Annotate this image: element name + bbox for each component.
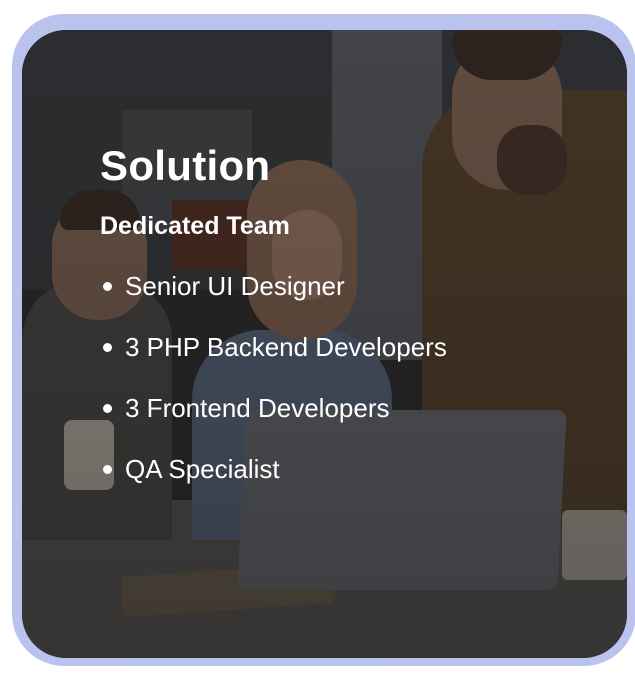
list-item: Senior UI Designer xyxy=(100,271,447,332)
roles-list: Senior UI Designer 3 PHP Backend Develop… xyxy=(100,271,447,515)
role-label: Senior UI Designer xyxy=(125,271,345,301)
card-content: Solution Dedicated Team Senior UI Design… xyxy=(100,142,447,515)
bullet-icon xyxy=(103,404,112,413)
bullet-icon xyxy=(103,465,112,474)
solution-card: Solution Dedicated Team Senior UI Design… xyxy=(22,30,627,658)
role-label: 3 Frontend Developers xyxy=(125,393,390,423)
bullet-icon xyxy=(103,343,112,352)
bullet-icon xyxy=(103,282,112,291)
card-subtitle: Dedicated Team xyxy=(100,212,290,240)
list-item: 3 PHP Backend Developers xyxy=(100,332,447,393)
role-label: 3 PHP Backend Developers xyxy=(125,332,447,362)
role-label: QA Specialist xyxy=(125,454,280,484)
list-item: QA Specialist xyxy=(100,454,447,515)
list-item: 3 Frontend Developers xyxy=(100,393,447,454)
card-title: Solution xyxy=(100,142,271,189)
